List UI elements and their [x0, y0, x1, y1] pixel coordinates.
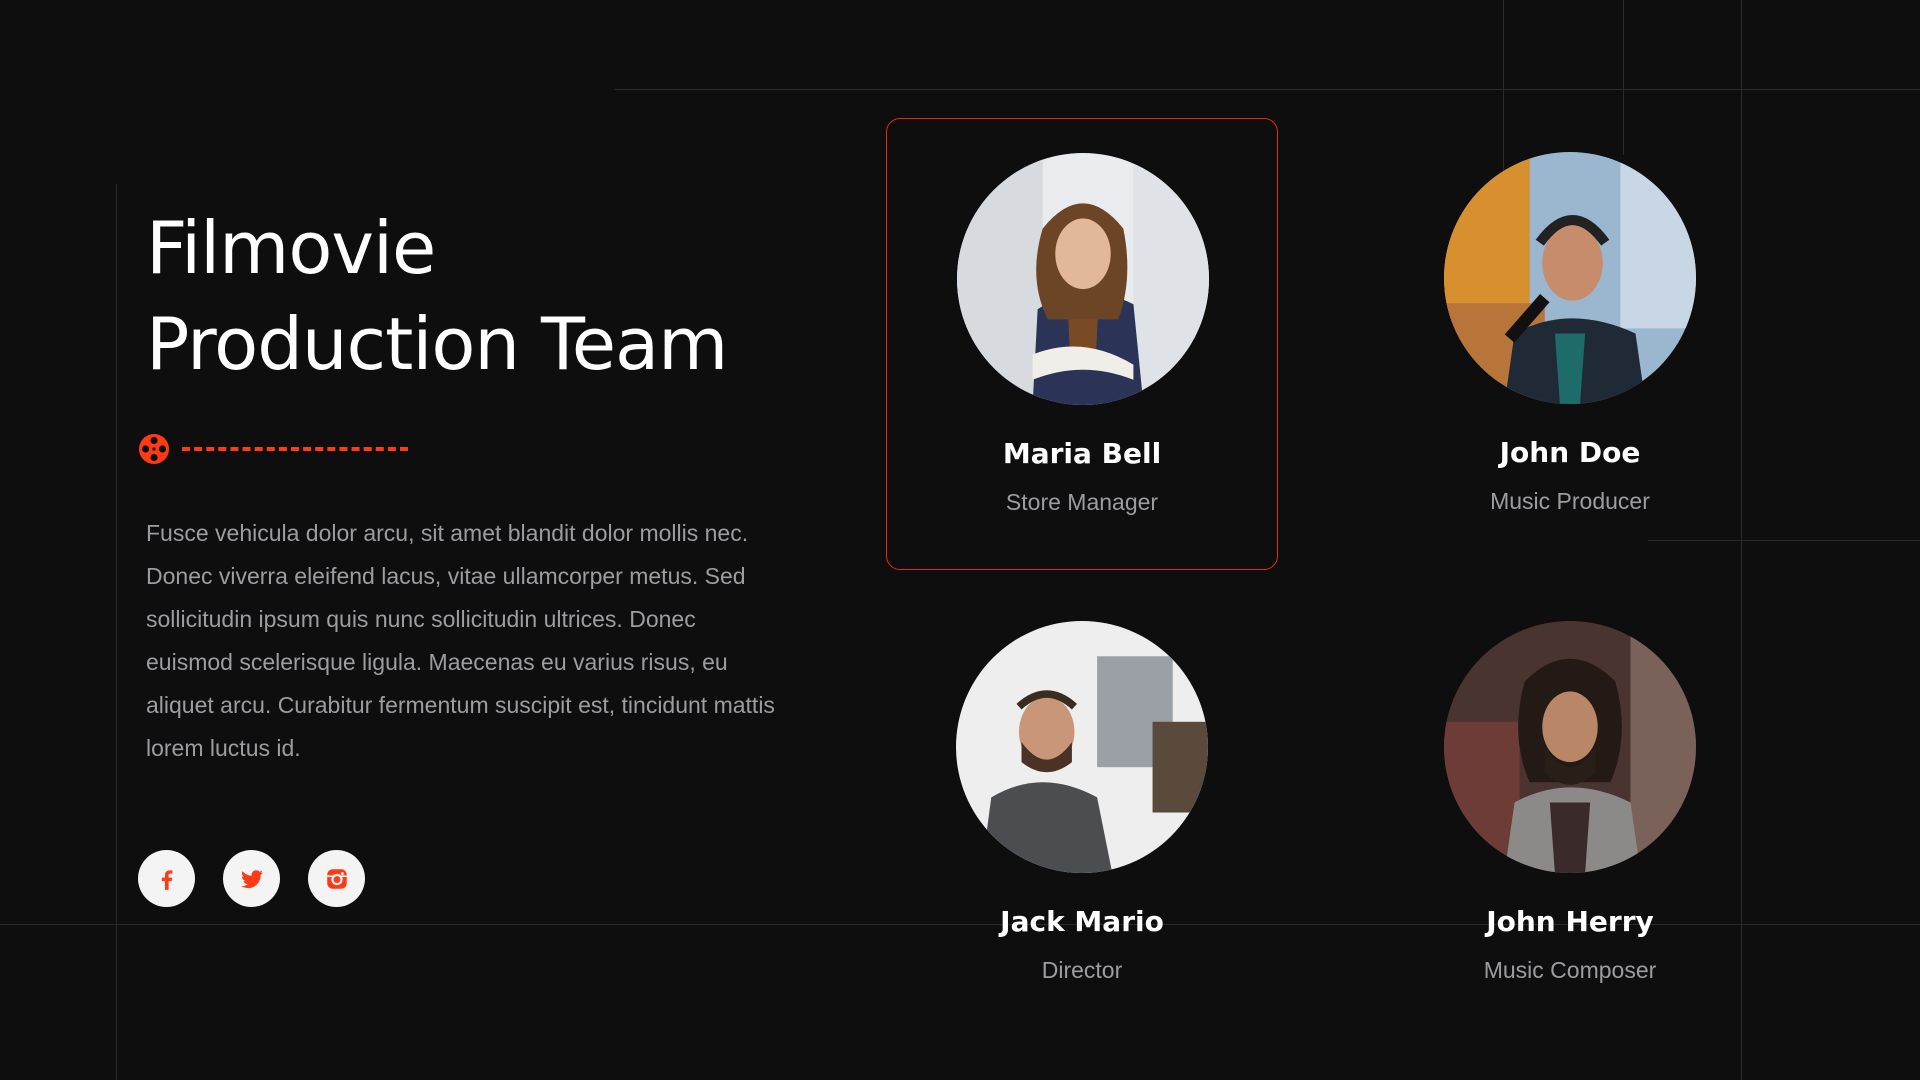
team-card-john-doe[interactable]: John Doe Music Producer	[1374, 118, 1766, 570]
member-name: Maria Bell	[1002, 437, 1162, 470]
team-card-maria-bell[interactable]: Maria Bell Store Manager	[886, 118, 1278, 570]
team-description: Fusce vehicula dolor arcu, sit amet blan…	[146, 520, 775, 761]
page-title: Filmovie Production Team	[146, 200, 728, 392]
avatar	[957, 153, 1209, 405]
instagram-icon	[326, 868, 347, 889]
facebook-icon	[161, 869, 172, 890]
instagram-button[interactable]	[308, 850, 365, 907]
film-reel-icon	[139, 434, 169, 464]
member-role: Music Composer	[1483, 957, 1657, 983]
avatar	[1444, 152, 1696, 404]
member-name: Jack Mario	[1000, 905, 1164, 938]
dashed-line	[182, 447, 408, 451]
title-line-1: Filmovie	[146, 206, 436, 290]
facebook-button[interactable]	[138, 850, 195, 907]
twitter-button[interactable]	[223, 850, 280, 907]
member-name: John Herry	[1486, 905, 1654, 938]
grid-line	[116, 184, 117, 1080]
title-divider	[138, 433, 408, 465]
twitter-icon	[240, 869, 263, 888]
avatar	[1444, 621, 1696, 873]
member-role: Music Producer	[1490, 488, 1650, 514]
team-card-john-herry[interactable]: John Herry Music Composer	[1374, 587, 1766, 1039]
avatar	[956, 621, 1208, 873]
member-role: Director	[1041, 957, 1123, 983]
grid-line	[614, 89, 1920, 90]
social-links	[138, 850, 365, 907]
team-card-jack-mario[interactable]: Jack Mario Director	[886, 587, 1278, 1039]
member-role: Store Manager	[1005, 489, 1159, 515]
member-name: John Doe	[1499, 436, 1641, 469]
title-line-2: Production Team	[146, 302, 728, 386]
